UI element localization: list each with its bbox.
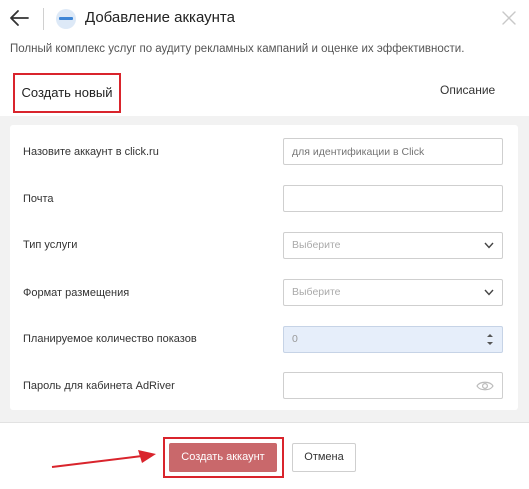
- adriver-password-label: Пароль для кабинета AdRiver: [23, 380, 175, 392]
- chevron-down-icon: [484, 289, 494, 296]
- cancel-button[interactable]: Отмена: [292, 443, 356, 472]
- create-account-button[interactable]: Создать аккаунт: [169, 443, 277, 472]
- header-divider: [43, 8, 44, 30]
- email-label: Почта: [23, 193, 54, 205]
- service-type-selected: Выберите: [292, 239, 341, 251]
- dialog-title: Добавление аккаунта: [85, 9, 235, 26]
- tab-bar: Создать новый Описание: [0, 70, 529, 114]
- dialog-header: Добавление аккаунта: [0, 0, 529, 38]
- service-type-select[interactable]: Выберите: [283, 232, 503, 259]
- red-arrow-annotation: [51, 450, 156, 468]
- planned-impressions-label: Планируемое количество показов: [23, 333, 197, 345]
- planned-impressions-value: 0: [292, 333, 298, 345]
- service-logo-icon: [56, 9, 76, 29]
- close-icon[interactable]: [501, 10, 517, 26]
- placement-format-label: Формат размещения: [23, 287, 130, 299]
- arrow-left-icon[interactable]: [8, 7, 30, 29]
- tab-description[interactable]: Описание: [440, 83, 495, 97]
- planned-impressions-stepper[interactable]: 0: [283, 326, 503, 353]
- service-type-label: Тип услуги: [23, 239, 78, 251]
- placement-format-selected: Выберите: [292, 286, 341, 298]
- placement-format-select[interactable]: Выберите: [283, 279, 503, 306]
- dialog-subtitle: Полный комплекс услуг по аудиту рекламны…: [10, 43, 465, 55]
- stepper-arrows-icon[interactable]: [486, 332, 494, 347]
- tab-create-new[interactable]: Создать новый: [13, 73, 121, 113]
- adriver-password-input[interactable]: [283, 372, 503, 399]
- footer-divider: [0, 422, 529, 423]
- account-name-input[interactable]: [283, 138, 503, 165]
- account-name-label: Назовите аккаунт в click.ru: [23, 146, 159, 158]
- eye-icon[interactable]: [476, 380, 494, 392]
- chevron-down-icon: [484, 242, 494, 249]
- form-card: [10, 125, 518, 410]
- email-input[interactable]: [283, 185, 503, 212]
